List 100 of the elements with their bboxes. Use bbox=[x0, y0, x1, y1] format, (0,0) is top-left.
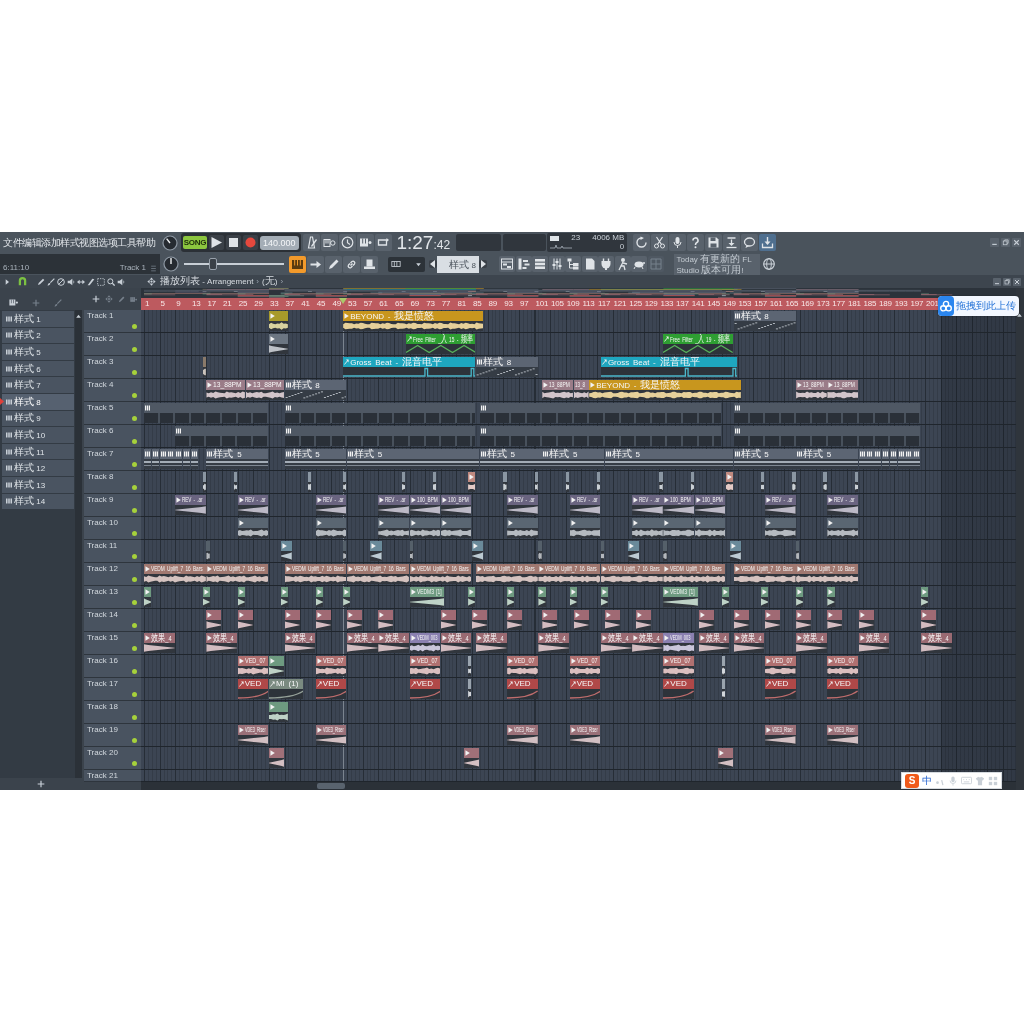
triangle-icon[interactable] bbox=[508, 497, 514, 503]
audio-clip[interactable]: 效果_4 bbox=[698, 633, 730, 653]
audio-clip[interactable]: 效果_4 bbox=[144, 633, 175, 653]
triangle-icon[interactable] bbox=[508, 612, 514, 618]
plus-icon[interactable] bbox=[92, 295, 100, 303]
audio-clip[interactable] bbox=[464, 748, 480, 768]
automation-clip[interactable]: VED bbox=[764, 679, 796, 699]
bars-icon[interactable] bbox=[797, 451, 803, 457]
audio-clip[interactable]: VDE3_Riser bbox=[569, 725, 601, 745]
bars-icon[interactable] bbox=[6, 332, 12, 339]
audio-clip[interactable] bbox=[206, 541, 210, 561]
audio-clip[interactable] bbox=[733, 610, 749, 630]
triangle-icon[interactable] bbox=[695, 497, 701, 503]
audio-clip[interactable] bbox=[315, 587, 323, 607]
bars-icon[interactable] bbox=[734, 451, 740, 457]
audio-clip[interactable] bbox=[409, 541, 413, 561]
audio-clip[interactable]: VEDM Uplift_7 16 Bars bbox=[409, 564, 472, 584]
triangle-icon[interactable] bbox=[469, 474, 475, 480]
triangle-icon[interactable] bbox=[269, 750, 275, 756]
led-icon[interactable] bbox=[132, 623, 137, 628]
audio-clip[interactable]: 13_88PM bbox=[796, 380, 827, 400]
triangle-icon[interactable] bbox=[570, 727, 576, 733]
audio-clip[interactable] bbox=[468, 679, 472, 699]
triangle-icon[interactable] bbox=[765, 658, 771, 664]
pattern-clip[interactable]: 样式 5 bbox=[284, 449, 347, 469]
triangle-icon[interactable] bbox=[664, 566, 670, 572]
triangle-icon[interactable] bbox=[379, 497, 385, 503]
ime-mode[interactable]: 中 bbox=[922, 774, 932, 787]
triangle-icon[interactable] bbox=[828, 589, 834, 595]
bars-icon[interactable] bbox=[145, 405, 150, 411]
scrollbar[interactable] bbox=[1016, 288, 1024, 790]
audio-clip[interactable]: VEDM Uplift_7 16 Bars bbox=[144, 564, 206, 584]
pattern-clip[interactable]: 样式 8 bbox=[733, 311, 796, 331]
audio-clip[interactable]: VED_07 bbox=[237, 656, 269, 676]
audio-clip[interactable]: VEDM Uplift_7 16 Bars bbox=[206, 564, 269, 584]
audio-clip[interactable] bbox=[792, 472, 796, 492]
automation-clip[interactable]: VED bbox=[237, 679, 269, 699]
triangle-icon[interactable] bbox=[699, 635, 705, 641]
triangle-icon[interactable] bbox=[797, 589, 803, 595]
pencil-icon[interactable] bbox=[325, 255, 342, 273]
pattern-item[interactable]: 样式 9 bbox=[2, 410, 74, 427]
triangle-icon[interactable] bbox=[469, 589, 475, 595]
triangle-icon[interactable] bbox=[379, 612, 385, 618]
audio-clip[interactable] bbox=[659, 472, 663, 492]
triangle-icon[interactable] bbox=[797, 566, 803, 572]
triangle-icon[interactable] bbox=[145, 589, 150, 595]
track-header[interactable]: Track 18 bbox=[84, 701, 141, 724]
audio-clip[interactable]: VEDM Uplift_7 16 Bars bbox=[733, 564, 796, 584]
bars-icon[interactable] bbox=[476, 359, 482, 365]
audio-clip[interactable] bbox=[237, 518, 269, 538]
pattern-clip[interactable] bbox=[144, 403, 269, 423]
audio-clip[interactable]: 效果_4 bbox=[440, 633, 472, 653]
track-header[interactable]: Track 19 bbox=[84, 724, 141, 747]
bars-icon[interactable] bbox=[184, 451, 190, 457]
pattern-item[interactable]: 样式 11 bbox=[2, 443, 74, 460]
automation-clip[interactable]: MI (1) bbox=[268, 679, 304, 699]
audio-clip[interactable]: VEDM Uplift_7 16 Bars bbox=[600, 564, 663, 584]
triangle-icon[interactable] bbox=[316, 658, 322, 664]
audio-clip[interactable] bbox=[725, 472, 734, 492]
breadcrumb-item[interactable]: 播放列表 - Arrangement bbox=[160, 275, 254, 288]
audio-clip[interactable] bbox=[761, 587, 769, 607]
audio-clip[interactable] bbox=[796, 541, 800, 561]
bars-icon[interactable] bbox=[480, 405, 486, 411]
menu-item[interactable]: 视图 bbox=[79, 236, 98, 249]
audio-clip[interactable] bbox=[503, 472, 507, 492]
caret-left-icon[interactable] bbox=[429, 260, 437, 268]
bars-icon[interactable] bbox=[6, 382, 12, 389]
triangle-icon[interactable] bbox=[734, 612, 740, 618]
audio-clip[interactable]: VDE3_Riser bbox=[237, 725, 269, 745]
restore-icon[interactable] bbox=[1003, 277, 1011, 286]
audio-clip[interactable]: 100_BPM bbox=[663, 495, 694, 515]
menu-item[interactable]: 编辑 bbox=[22, 236, 41, 249]
audio-clip[interactable] bbox=[632, 518, 663, 538]
pattern-item[interactable]: 样式 6 bbox=[2, 360, 74, 377]
triangle-icon[interactable] bbox=[246, 382, 252, 388]
audio-clip[interactable]: VED_07 bbox=[827, 656, 858, 676]
audio-clip[interactable] bbox=[237, 587, 245, 607]
audio-clip[interactable] bbox=[347, 610, 363, 630]
triangle-icon[interactable] bbox=[473, 612, 478, 618]
triangle-icon[interactable] bbox=[348, 566, 354, 572]
piano-roll-icon[interactable] bbox=[515, 256, 532, 272]
triangle-icon[interactable] bbox=[570, 497, 576, 503]
audio-clip[interactable] bbox=[764, 518, 796, 538]
triangle-icon[interactable] bbox=[285, 612, 291, 618]
audio-clip[interactable]: REV - .ar bbox=[507, 495, 538, 515]
audio-clip[interactable] bbox=[144, 587, 152, 607]
automation-clip[interactable]: VED bbox=[507, 679, 538, 699]
pattern-clip[interactable] bbox=[874, 449, 882, 469]
triangle-icon[interactable] bbox=[695, 520, 701, 526]
four-arrows-icon[interactable] bbox=[147, 277, 156, 286]
track-header[interactable]: Track 20 bbox=[84, 747, 141, 770]
triangle-icon[interactable] bbox=[765, 497, 771, 503]
triangle-icon[interactable] bbox=[238, 612, 244, 618]
audio-clip[interactable] bbox=[636, 610, 652, 630]
triangle-icon[interactable] bbox=[633, 520, 639, 526]
audio-clip[interactable] bbox=[729, 541, 741, 561]
triangle-icon[interactable] bbox=[765, 612, 771, 618]
caret-right-icon[interactable] bbox=[479, 260, 487, 268]
audio-clip[interactable] bbox=[202, 472, 206, 492]
triangle-icon[interactable] bbox=[238, 520, 244, 526]
